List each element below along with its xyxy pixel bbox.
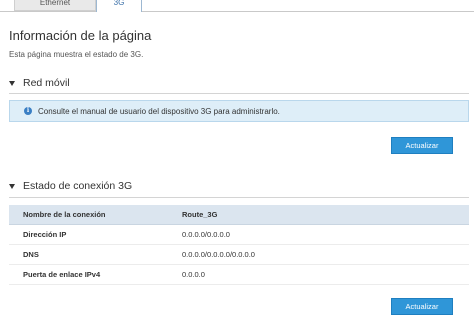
page-title: Información de la página xyxy=(9,28,152,43)
tab-3g-label: 3G xyxy=(113,0,125,7)
table-row: Dirección IP 0.0.0.0/0.0.0.0 xyxy=(9,224,469,245)
info-message-box: i Consulte el manual de usuario del disp… xyxy=(9,100,469,122)
collapse-triangle-icon xyxy=(9,183,15,189)
row-label-cell: DNS xyxy=(9,244,168,265)
row-value-cell: 0.0.0.0/0.0.0.0 xyxy=(168,224,469,245)
row-label-cell: Puerta de enlace IPv4 xyxy=(9,264,168,285)
section-divider xyxy=(9,93,469,94)
row-label-cell: Dirección IP xyxy=(9,224,168,245)
section-mobile-network-header[interactable]: Red móvil xyxy=(9,77,70,89)
tab-ethernet[interactable]: Ethernet xyxy=(14,0,96,11)
refresh-button-connection-status[interactable]: Actualizar xyxy=(391,298,453,315)
collapse-triangle-icon xyxy=(9,80,15,86)
refresh-button-mobile-network[interactable]: Actualizar xyxy=(391,137,453,154)
connection-status-table: Nombre de la conexión Route_3G Dirección… xyxy=(9,205,469,285)
section-connection-status-header[interactable]: Estado de conexión 3G xyxy=(9,180,132,192)
tab-3g[interactable]: 3G xyxy=(96,0,142,12)
section-mobile-network-title: Red móvil xyxy=(23,77,70,89)
table-header-row: Nombre de la conexión Route_3G xyxy=(9,205,469,225)
info-circle-icon: i xyxy=(24,107,32,115)
table-row: DNS 0.0.0.0/0.0.0.0/0.0.0.0 xyxy=(9,244,469,265)
row-value-cell: 0.0.0.0/0.0.0.0/0.0.0.0 xyxy=(168,244,469,265)
tab-bar-baseline xyxy=(0,11,474,12)
info-message-text: Consulte el manual de usuario del dispos… xyxy=(38,106,280,116)
section-connection-status-title: Estado de conexión 3G xyxy=(23,180,133,192)
table-row: Puerta de enlace IPv4 0.0.0.0 xyxy=(9,264,469,285)
header-label-cell: Nombre de la conexión xyxy=(9,205,168,225)
section-divider xyxy=(9,197,469,198)
tab-bar: Ethernet 3G xyxy=(0,0,474,12)
row-value-cell: 0.0.0.0 xyxy=(168,264,469,285)
header-value-cell: Route_3G xyxy=(168,205,469,225)
page-description: Esta página muestra el estado de 3G. xyxy=(9,50,144,59)
